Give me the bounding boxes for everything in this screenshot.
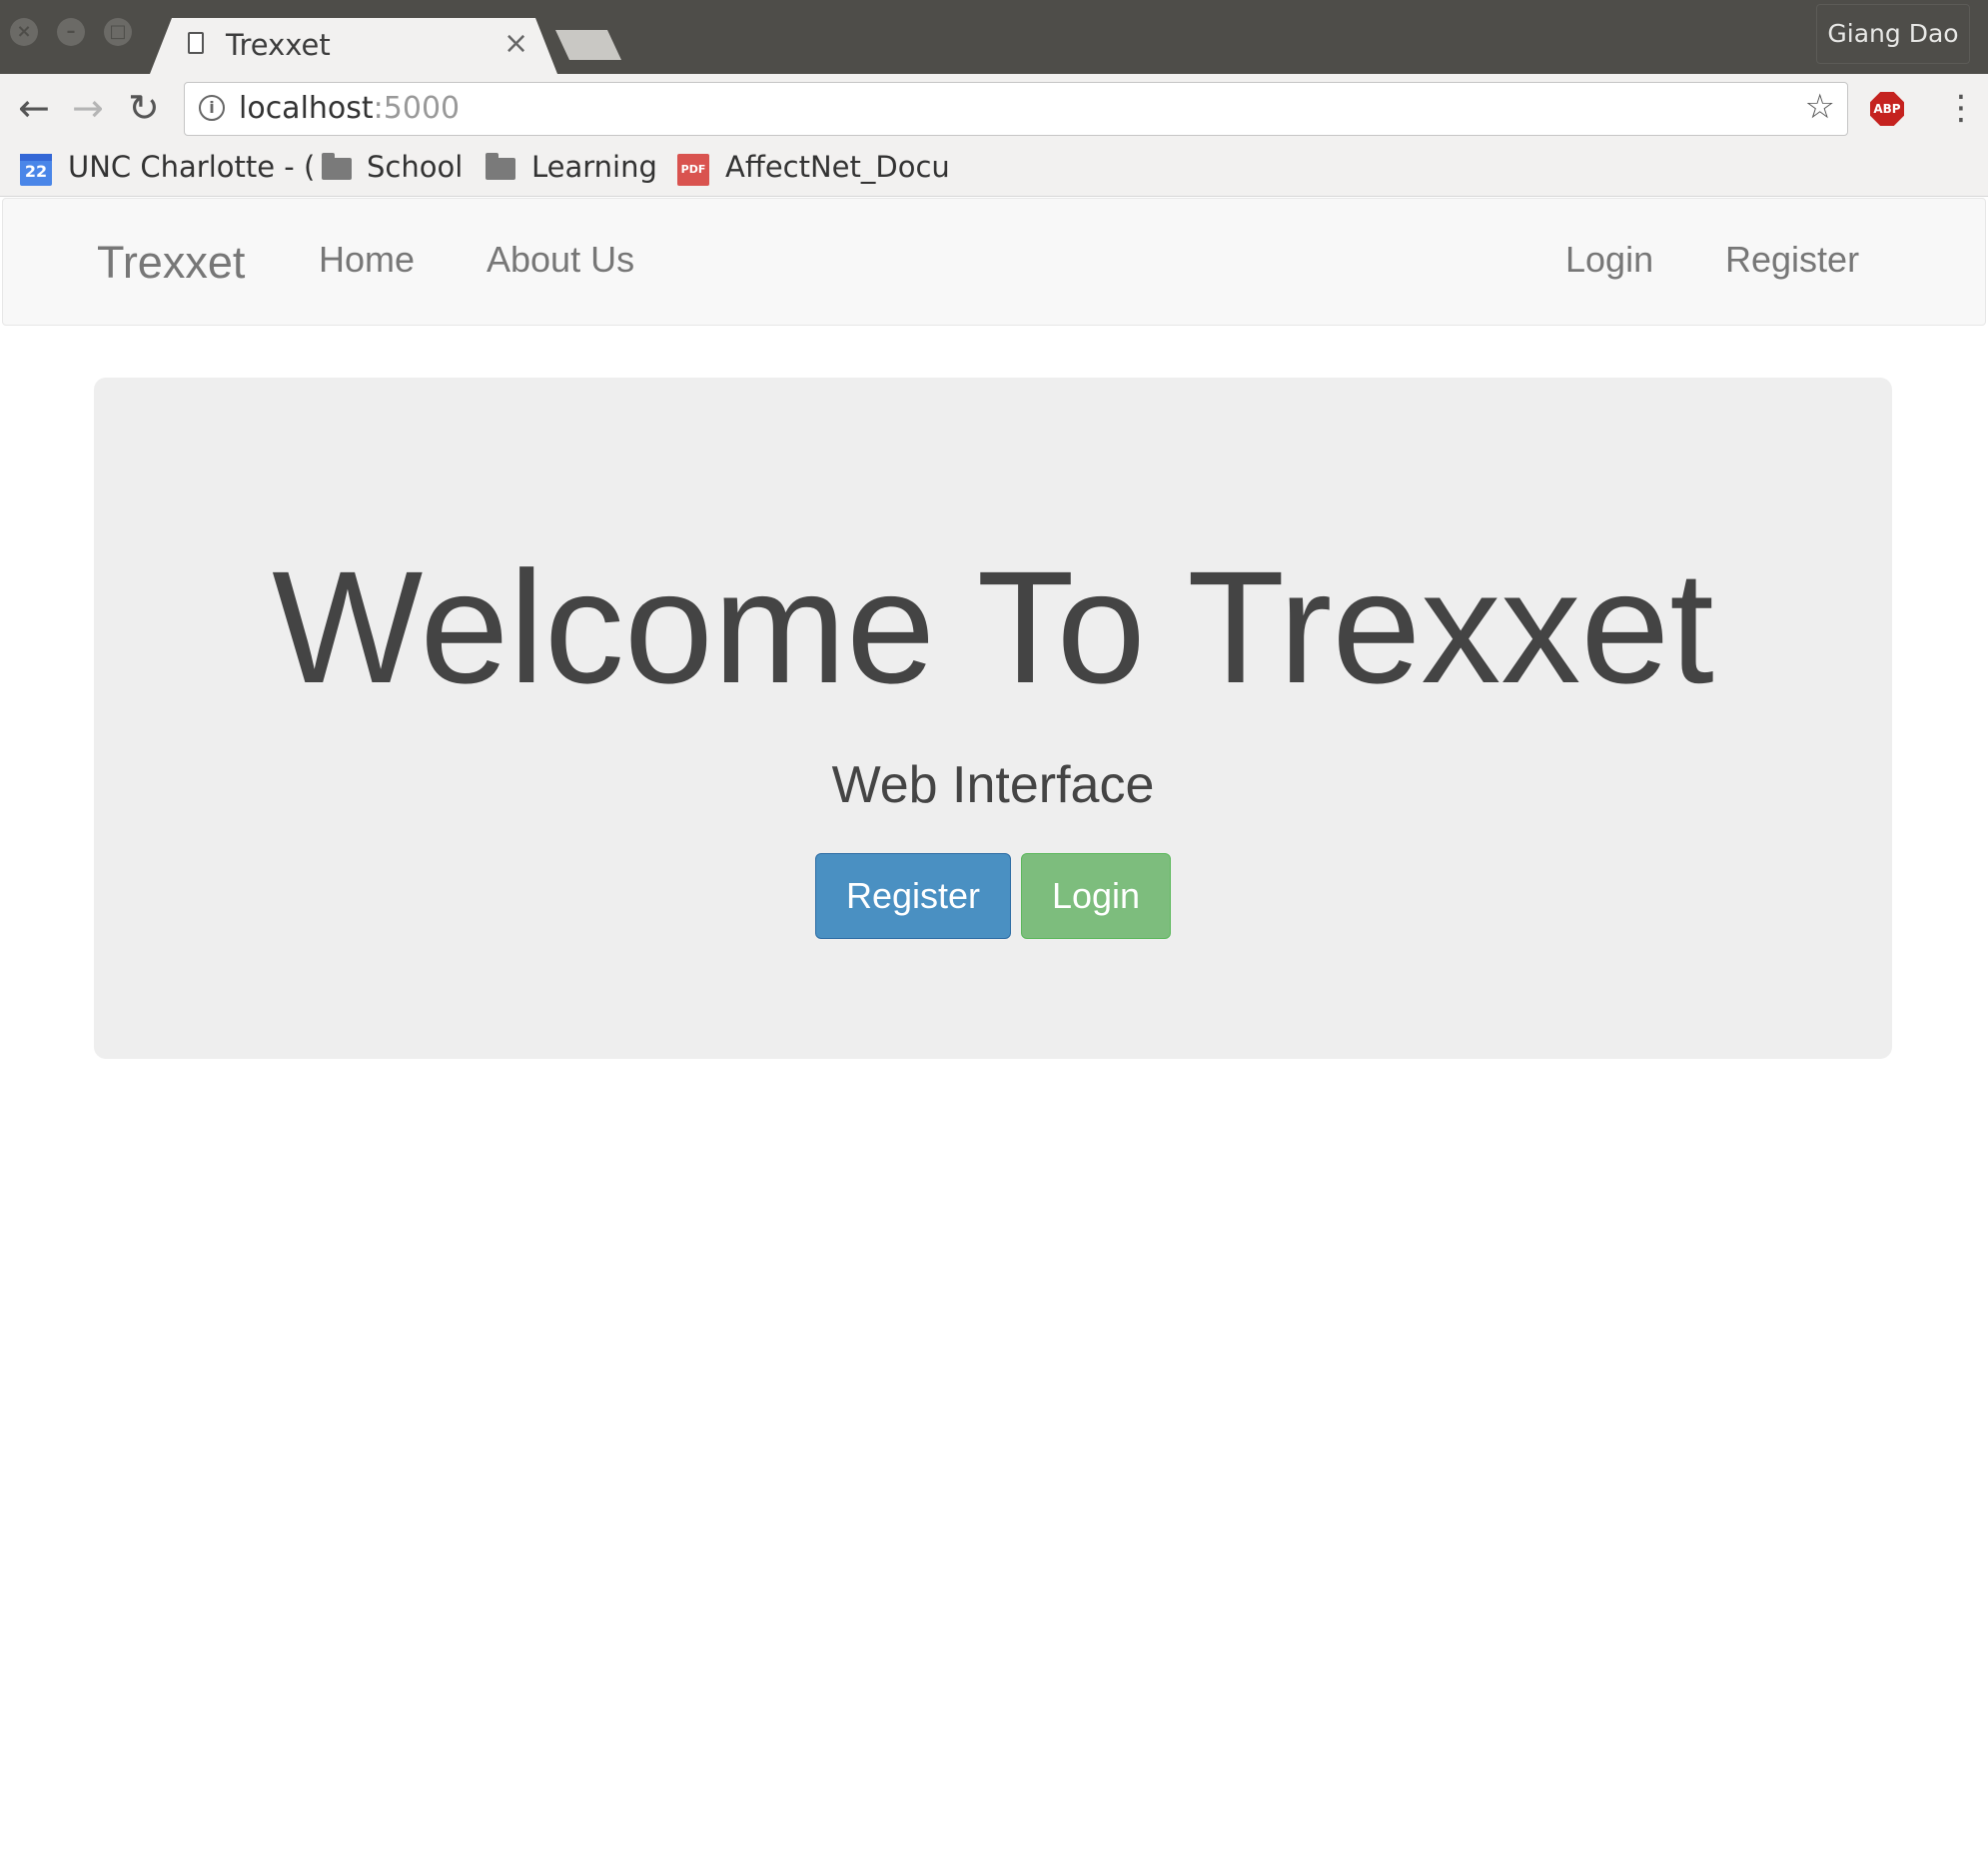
hero-jumbotron: Welcome To Trexxet Web Interface Registe… — [94, 378, 1892, 1059]
bookmarks-bar: 22 UNC Charlotte - ( School Learning PDF… — [0, 146, 1988, 197]
reload-icon[interactable]: ↻ — [128, 88, 160, 128]
nav-about-link[interactable]: About Us — [487, 239, 634, 281]
forward-arrow-icon[interactable]: → — [72, 88, 104, 128]
new-tab-button[interactable] — [555, 30, 621, 60]
calendar-icon: 22 — [20, 154, 52, 186]
navbar-brand[interactable]: Trexxet — [97, 237, 245, 289]
url-host: localhost — [239, 91, 374, 126]
bookmark-school[interactable]: School — [367, 150, 463, 184]
nav-home-link[interactable]: Home — [319, 239, 415, 281]
profile-button[interactable]: Giang Dao — [1816, 4, 1970, 64]
tab-title: Trexxet — [226, 28, 331, 62]
info-icon[interactable]: i — [199, 95, 225, 121]
page-icon — [188, 32, 204, 54]
window-titlebar: × – □ Trexxet × Giang Dao — [0, 0, 1988, 74]
hero-title: Welcome To Trexxet — [272, 537, 1714, 716]
back-arrow-icon[interactable]: ← — [18, 88, 50, 128]
adblock-icon[interactable]: ABP — [1870, 92, 1904, 126]
bookmark-affectnet[interactable]: AffectNet_Docu — [725, 150, 950, 184]
bookmark-star-icon[interactable]: ☆ — [1805, 87, 1835, 127]
minimize-window-icon[interactable]: – — [57, 18, 85, 46]
site-navbar: Trexxet Home About Us Login Register — [2, 198, 1986, 326]
bookmark-learning[interactable]: Learning — [531, 150, 657, 184]
maximize-window-icon[interactable]: □ — [104, 18, 132, 46]
url-port: :5000 — [373, 91, 461, 126]
login-button[interactable]: Login — [1021, 853, 1171, 939]
browser-menu-icon[interactable]: ⋮ — [1944, 90, 1978, 126]
folder-icon — [486, 153, 515, 180]
address-bar[interactable]: i localhost:5000 ☆ — [184, 82, 1848, 136]
register-button[interactable]: Register — [815, 853, 1011, 939]
url-text[interactable]: localhost:5000 — [239, 91, 460, 126]
hero-subtitle: Web Interface — [831, 756, 1155, 814]
browser-tab[interactable]: Trexxet × — [150, 18, 557, 74]
bookmark-unc-charlotte[interactable]: UNC Charlotte - ( — [68, 150, 315, 184]
tab-close-icon[interactable]: × — [503, 26, 528, 61]
browser-toolbar: ← → ↻ i localhost:5000 ☆ ABP ⋮ — [0, 74, 1988, 146]
nav-register-link[interactable]: Register — [1725, 239, 1859, 281]
nav-login-link[interactable]: Login — [1565, 239, 1653, 281]
pdf-icon: PDF — [677, 154, 709, 186]
close-window-icon[interactable]: × — [10, 18, 38, 46]
folder-icon — [322, 153, 352, 180]
